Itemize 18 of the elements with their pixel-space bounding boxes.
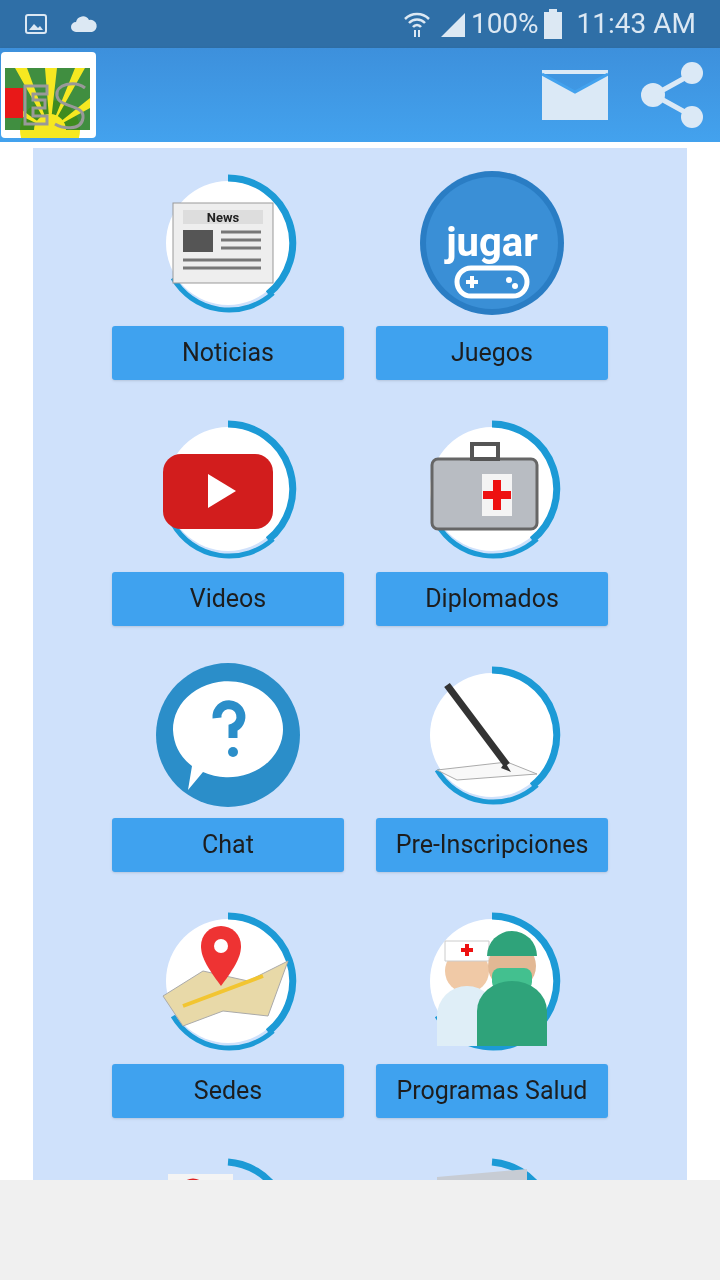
- wifi-icon: [402, 10, 431, 38]
- clock-time: 11:43 AM: [576, 10, 696, 38]
- share-icon[interactable]: [640, 62, 706, 128]
- icon-caption: News: [206, 210, 240, 225]
- battery-icon: [542, 9, 563, 39]
- cloud-icon: [70, 14, 98, 34]
- menu-button[interactable]: Programas Salud: [376, 1064, 608, 1118]
- battery-percent: 100%: [470, 10, 539, 38]
- menu-button[interactable]: Noticias: [112, 326, 344, 380]
- menu-button[interactable]: Juegos: [376, 326, 608, 380]
- menu-button[interactable]: Sedes: [112, 1064, 344, 1118]
- menu-button[interactable]: Diplomados: [376, 572, 608, 626]
- image-icon: [24, 12, 48, 36]
- menu-button[interactable]: Chat: [112, 818, 344, 872]
- mail-icon[interactable]: [542, 70, 608, 120]
- menu-button[interactable]: Pre-Inscripciones: [376, 818, 608, 872]
- icon-caption: jugar: [446, 219, 538, 266]
- menu-button[interactable]: Videos: [112, 572, 344, 626]
